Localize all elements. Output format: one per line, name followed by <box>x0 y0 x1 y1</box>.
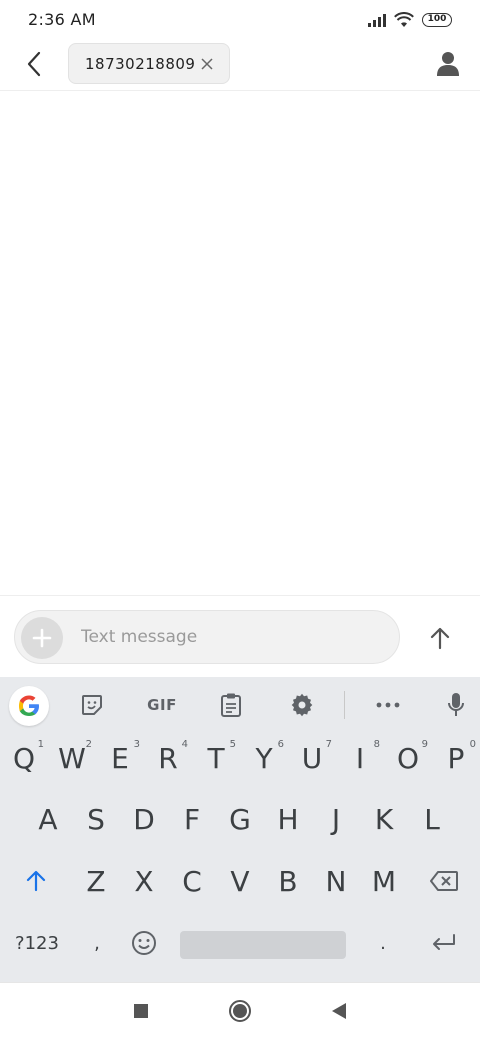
google-search-button[interactable] <box>9 686 49 726</box>
clipboard-icon <box>221 693 241 717</box>
key-e[interactable]: E3 <box>96 730 144 786</box>
key-h[interactable]: H <box>264 791 312 847</box>
gif-label: GIF <box>147 696 177 714</box>
key-s[interactable]: S <box>72 791 120 847</box>
period-key[interactable]: . <box>360 915 406 971</box>
enter-icon <box>433 934 455 950</box>
comma-key[interactable]: , <box>74 915 120 971</box>
send-button[interactable] <box>422 620 458 656</box>
key-a[interactable]: A <box>24 791 72 847</box>
wifi-icon <box>394 12 414 27</box>
back-button[interactable] <box>18 48 50 80</box>
google-icon <box>19 695 39 716</box>
key-row-2: A S D F G H J K L <box>0 791 480 849</box>
home-circle-icon <box>229 1000 251 1022</box>
close-icon <box>201 58 213 70</box>
arrow-up-icon <box>430 627 450 650</box>
contact-button[interactable] <box>432 48 464 80</box>
key-b[interactable]: B <box>264 853 312 909</box>
key-y[interactable]: Y6 <box>240 730 288 786</box>
more-options-button[interactable] <box>370 687 406 723</box>
conversation-header: 18730218809 <box>0 42 480 91</box>
navigation-bar <box>0 982 480 1040</box>
key-g[interactable]: G <box>216 791 264 847</box>
key-n[interactable]: N <box>312 853 360 909</box>
recipient-number: 18730218809 <box>85 54 196 73</box>
nav-back-button[interactable] <box>325 997 353 1025</box>
sticker-button[interactable] <box>74 687 110 723</box>
key-x[interactable]: X <box>120 853 168 909</box>
symbols-key[interactable]: ?123 <box>0 915 74 971</box>
settings-button[interactable] <box>284 687 320 723</box>
key-o[interactable]: O9 <box>384 730 432 786</box>
key-z[interactable]: Z <box>72 853 120 909</box>
battery-icon: 100 <box>422 13 452 27</box>
key-j[interactable]: J <box>312 791 360 847</box>
status-bar: 2:36 AM 100 <box>0 0 480 42</box>
gif-button[interactable]: GIF <box>142 687 182 723</box>
status-time: 2:36 AM <box>28 10 96 29</box>
key-d[interactable]: D <box>120 791 168 847</box>
key-w[interactable]: W2 <box>48 730 96 786</box>
key-v[interactable]: V <box>216 853 264 909</box>
voice-input-button[interactable] <box>438 687 474 723</box>
compose-field <box>14 610 400 664</box>
clipboard-button[interactable] <box>213 687 249 723</box>
key-l[interactable]: L <box>408 791 456 847</box>
status-icons: 100 <box>368 12 452 28</box>
message-input[interactable] <box>81 623 381 651</box>
key-u[interactable]: U7 <box>288 730 336 786</box>
key-q[interactable]: Q1 <box>0 730 48 786</box>
clear-recipient-button[interactable] <box>199 56 215 72</box>
add-attachment-button[interactable] <box>21 617 63 659</box>
shift-arrow-icon <box>26 870 46 892</box>
key-k[interactable]: K <box>360 791 408 847</box>
settings-icon <box>291 693 313 717</box>
message-list[interactable] <box>0 91 480 595</box>
key-f[interactable]: F <box>168 791 216 847</box>
backspace-icon <box>430 871 458 891</box>
emoji-icon <box>132 931 156 955</box>
compose-bar <box>0 595 480 677</box>
mic-icon <box>448 693 464 716</box>
sticker-icon <box>82 695 102 715</box>
key-p[interactable]: P0 <box>432 730 480 786</box>
key-row-3: Z X C V B N M <box>0 853 480 911</box>
recents-square-icon <box>134 1004 148 1018</box>
toolbar-divider <box>344 691 345 719</box>
more-icon <box>376 702 400 708</box>
keyboard: GIF Q 1 W 2 E 3 R 4 T 5 Y 6 U 7 I 8 O 9 … <box>0 677 480 982</box>
recipient-chip[interactable]: 18730218809 <box>68 43 230 84</box>
backspace-key[interactable] <box>408 853 480 909</box>
key-row-1: Q1 W2 E3 R4 T5 Y6 U7 I8 O9 P0 <box>0 730 480 788</box>
recents-button[interactable] <box>127 997 155 1025</box>
back-arrow-icon <box>27 51 41 77</box>
key-m[interactable]: M <box>360 853 408 909</box>
home-button[interactable] <box>226 997 254 1025</box>
back-triangle-icon <box>332 1003 346 1019</box>
space-key[interactable] <box>180 931 346 959</box>
enter-key[interactable] <box>408 915 480 971</box>
key-i[interactable]: I8 <box>336 730 384 786</box>
keyboard-toolbar: GIF <box>0 677 480 732</box>
person-icon <box>437 52 459 76</box>
emoji-key[interactable] <box>120 915 168 971</box>
key-row-4: ?123 , . <box>0 915 480 973</box>
key-c[interactable]: C <box>168 853 216 909</box>
key-r[interactable]: R4 <box>144 730 192 786</box>
signal-icon <box>368 13 386 27</box>
key-t[interactable]: T5 <box>192 730 240 786</box>
shift-key[interactable] <box>0 853 72 909</box>
plus-icon <box>32 628 52 648</box>
